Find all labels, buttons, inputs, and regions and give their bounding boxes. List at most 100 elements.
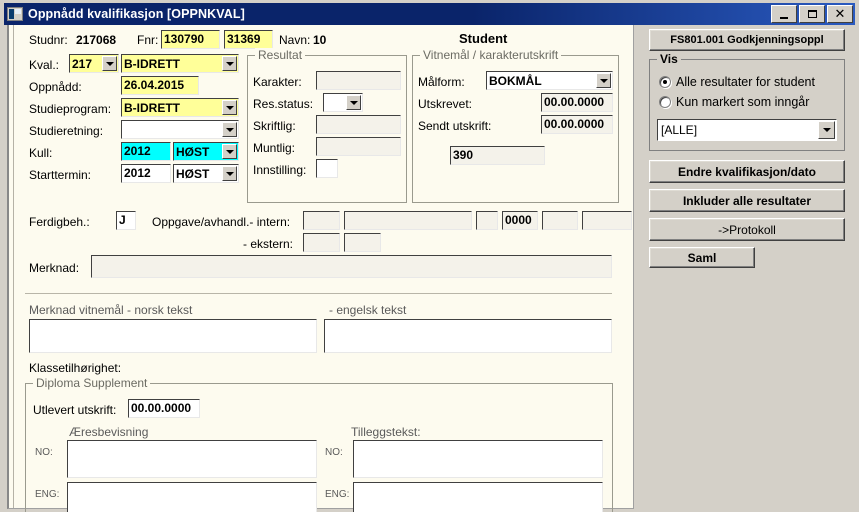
oppgave-intern-field-4[interactable]: 0000	[502, 211, 538, 230]
studnr-value: 217068	[76, 33, 117, 47]
fnr-field-1[interactable]: 130790	[161, 30, 220, 49]
fnr-label: Fnr:	[137, 33, 159, 47]
studieprogram-label: Studieprogram:	[29, 102, 112, 116]
muntlig-field[interactable]	[316, 137, 401, 156]
karakter-field[interactable]	[316, 71, 401, 90]
malform-combo[interactable]: BOKMÅL	[486, 71, 613, 90]
chevron-down-icon[interactable]	[222, 56, 237, 71]
ferdigbeh-field[interactable]: J	[116, 211, 136, 230]
form-panel: Studnr: 217068 Fnr: 130790 31369 Navn: 1…	[7, 25, 634, 512]
window-title: Oppnådd kvalifikasjon [OPPNKVAL]	[28, 7, 245, 21]
close-button[interactable]: ✕	[827, 5, 853, 23]
tillegg-no-field[interactable]	[353, 440, 603, 478]
utskrevet-field[interactable]: 00.00.0000	[541, 93, 613, 112]
starttermin-term-combo[interactable]: HØST	[173, 164, 239, 183]
oppgave-intern-field-1[interactable]	[303, 211, 340, 230]
resstatus-label: Res.status:	[253, 97, 314, 111]
maximize-button[interactable]	[799, 5, 825, 23]
ferdigbeh-label: Ferdigbeh.:	[29, 215, 90, 229]
chevron-down-icon[interactable]	[818, 121, 835, 139]
klassetilhorighet-label: Klassetilhørighet:	[29, 361, 122, 375]
chevron-down-icon[interactable]	[596, 73, 611, 88]
diploma-supplement-legend: Diploma Supplement	[33, 376, 151, 390]
kval-name-value: B-IDRETT	[124, 56, 180, 71]
oppgave-intern-field-3[interactable]	[476, 211, 498, 230]
aeres-no-field[interactable]	[67, 440, 317, 478]
tillegg-eng-field[interactable]	[353, 482, 603, 512]
ekstern-field-1[interactable]	[303, 233, 340, 252]
merknad-field[interactable]	[91, 255, 612, 278]
chevron-down-icon[interactable]	[222, 166, 237, 181]
kval-name-combo[interactable]: B-IDRETT	[121, 54, 239, 73]
merknad-norsk-field[interactable]	[29, 319, 317, 353]
kval-code-combo[interactable]: 217	[69, 54, 119, 73]
minimize-button[interactable]	[771, 5, 797, 23]
aeres-no-label: NO:	[35, 447, 53, 458]
starttermin-term-value: HØST	[176, 166, 210, 181]
sendt-utskrift-field[interactable]: 00.00.0000	[541, 115, 613, 134]
protokoll-button[interactable]: ->Protokoll	[649, 218, 845, 241]
kval-label: Kval.:	[29, 58, 60, 72]
kull-term-combo[interactable]: HØST	[173, 142, 239, 161]
vitnemal-extra-field[interactable]: 390	[450, 146, 545, 165]
studieprogram-value: B-IDRETT	[124, 100, 180, 115]
kval-code-value: 217	[72, 56, 93, 71]
minimize-icon	[780, 16, 788, 19]
malform-value: BOKMÅL	[489, 73, 542, 88]
starttermin-label: Starttermin:	[29, 168, 92, 182]
studieretning-label: Studieretning:	[29, 124, 104, 138]
skriftlig-label: Skriftlig:	[253, 119, 296, 133]
tilleggstekst-label: Tilleggstekst:	[351, 425, 421, 439]
close-icon: ✕	[834, 5, 846, 21]
chevron-down-icon[interactable]	[222, 144, 237, 159]
studieprogram-combo[interactable]: B-IDRETT	[121, 98, 239, 117]
radio-button-icon[interactable]	[659, 96, 671, 108]
resstatus-combo[interactable]	[323, 93, 363, 112]
chevron-down-icon[interactable]	[222, 122, 237, 137]
radio-alle-resultater[interactable]: Alle resultater for student	[659, 75, 815, 89]
application-window: Oppnådd kvalifikasjon [OPPNKVAL] ✕ Studn…	[0, 0, 859, 512]
utskrevet-label: Utskrevet:	[418, 97, 473, 111]
karakter-label: Karakter:	[253, 75, 302, 89]
radio-kun-label: Kun markert som inngår	[676, 95, 810, 109]
resstatus-value	[324, 94, 346, 111]
utlevert-utskrift-label: Utlevert utskrift:	[33, 403, 117, 417]
skriftlig-field[interactable]	[316, 115, 401, 134]
fnr-field-2[interactable]: 31369	[224, 30, 273, 49]
radio-button-icon[interactable]	[659, 76, 671, 88]
radio-kun-markert[interactable]: Kun markert som inngår	[659, 95, 809, 109]
inkluder-alle-resultater-button[interactable]: Inkluder alle resultater	[649, 189, 845, 212]
maximize-icon	[807, 10, 817, 18]
godkjenningsoppl-button[interactable]: FS801.001 Godkjenningsoppl	[649, 29, 845, 51]
oppgave-intern-field-2[interactable]	[344, 211, 472, 230]
chevron-down-icon[interactable]	[222, 100, 237, 115]
malform-label: Målform:	[418, 75, 465, 89]
starttermin-year-field[interactable]: 2012	[121, 164, 171, 183]
oppnadd-label: Oppnådd:	[29, 80, 82, 94]
merknad-label: Merknad:	[29, 261, 80, 275]
endre-kvalifikasjon-button[interactable]: Endre kvalifikasjon/dato	[649, 160, 845, 183]
kull-term-value: HØST	[176, 144, 210, 159]
ekstern-field-2[interactable]	[344, 233, 381, 252]
studieretning-combo[interactable]	[121, 120, 239, 139]
resultat-filter-combo[interactable]: [ALLE]	[657, 119, 837, 141]
window-titlebar[interactable]: Oppnådd kvalifikasjon [OPPNKVAL] ✕	[4, 3, 855, 25]
oppgave-intern-field-6[interactable]	[582, 211, 632, 230]
window-body: Studnr: 217068 Fnr: 130790 31369 Navn: 1…	[4, 25, 856, 512]
right-panel: FS801.001 Godkjenningsoppl Vis Alle resu…	[637, 25, 856, 509]
oppgave-intern-field-5[interactable]	[542, 211, 578, 230]
resultat-filter-value: [ALLE]	[661, 123, 698, 137]
studieretning-value	[122, 121, 222, 138]
navn-label: Navn:	[279, 33, 311, 47]
innstilling-field[interactable]	[316, 159, 338, 178]
kull-year-field[interactable]: 2012	[121, 142, 171, 161]
aeresbevisning-label: Æresbevisning	[69, 425, 149, 439]
utlevert-utskrift-field[interactable]: 00.00.0000	[128, 399, 200, 418]
merknad-engelsk-field[interactable]	[324, 319, 612, 353]
chevron-down-icon[interactable]	[346, 95, 361, 110]
tillegg-no-label: NO:	[325, 447, 343, 458]
aeres-eng-field[interactable]	[67, 482, 317, 512]
oppnadd-field[interactable]: 26.04.2015	[121, 76, 199, 95]
chevron-down-icon[interactable]	[102, 56, 117, 71]
saml-button[interactable]: Saml	[649, 247, 755, 268]
